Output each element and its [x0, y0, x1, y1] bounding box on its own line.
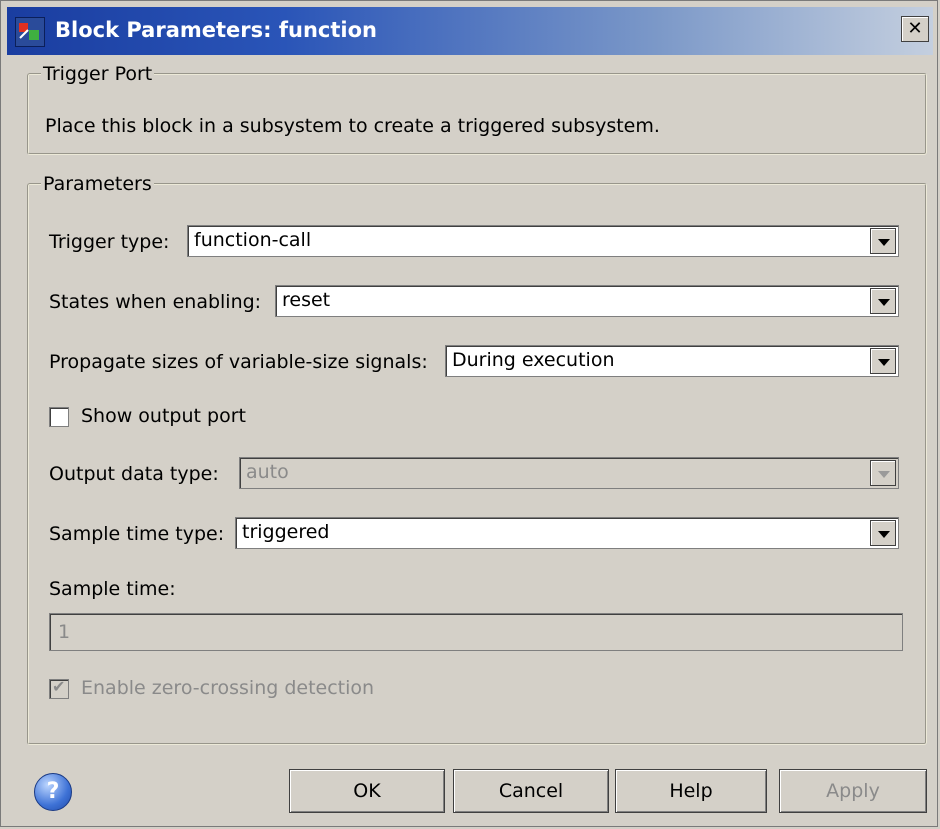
- sample-time-value: 1: [58, 621, 71, 643]
- chevron-down-icon[interactable]: [870, 288, 896, 314]
- output-data-type-select: auto: [239, 457, 899, 489]
- trigger-port-group: Trigger Port: [27, 63, 927, 155]
- sample-time-field: 1: [49, 613, 903, 651]
- close-button[interactable]: ✕: [901, 16, 929, 42]
- trigger-type-value: function-call: [194, 229, 312, 251]
- propagate-sizes-value: During execution: [452, 349, 615, 371]
- trigger-type-label: Trigger type:: [49, 231, 170, 253]
- sample-time-type-label: Sample time type:: [49, 523, 225, 545]
- output-data-type-value: auto: [246, 461, 289, 483]
- title-bar[interactable]: Block Parameters: function ✕: [7, 7, 933, 55]
- show-output-port-label[interactable]: Show output port: [81, 405, 246, 427]
- simulink-block-icon: [15, 17, 45, 47]
- zero-crossing-checkbox: [49, 677, 69, 699]
- output-data-type-label: Output data type:: [49, 463, 219, 485]
- chevron-down-icon: [870, 460, 896, 486]
- window-title: Block Parameters: function: [55, 18, 377, 42]
- propagate-sizes-label: Propagate sizes of variable-size signals…: [49, 351, 428, 373]
- ok-button[interactable]: OK: [289, 769, 445, 813]
- states-when-enabling-value: reset: [282, 289, 331, 311]
- chevron-down-icon[interactable]: [870, 228, 896, 254]
- parameters-legend: Parameters: [43, 173, 152, 195]
- trigger-type-select[interactable]: function-call: [187, 225, 899, 257]
- chevron-down-icon[interactable]: [870, 348, 896, 374]
- apply-button: Apply: [779, 769, 927, 813]
- show-output-port-checkbox[interactable]: [49, 407, 69, 427]
- trigger-port-legend: Trigger Port: [43, 63, 153, 85]
- propagate-sizes-select[interactable]: During execution: [445, 345, 899, 377]
- dialog-window: Block Parameters: function ✕ Trigger Por…: [0, 0, 938, 827]
- chevron-down-icon[interactable]: [870, 520, 896, 546]
- sample-time-label: Sample time:: [49, 578, 176, 600]
- sample-time-type-value: triggered: [242, 521, 330, 543]
- states-when-enabling-label: States when enabling:: [49, 291, 262, 313]
- zero-crossing-label: Enable zero-crossing detection: [81, 677, 375, 699]
- cancel-button[interactable]: Cancel: [453, 769, 609, 813]
- states-when-enabling-select[interactable]: reset: [275, 285, 899, 317]
- sample-time-type-select[interactable]: triggered: [235, 517, 899, 549]
- help-button[interactable]: Help: [615, 769, 767, 813]
- trigger-port-description: Place this block in a subsystem to creat…: [45, 115, 660, 137]
- help-question-icon[interactable]: ?: [34, 773, 72, 811]
